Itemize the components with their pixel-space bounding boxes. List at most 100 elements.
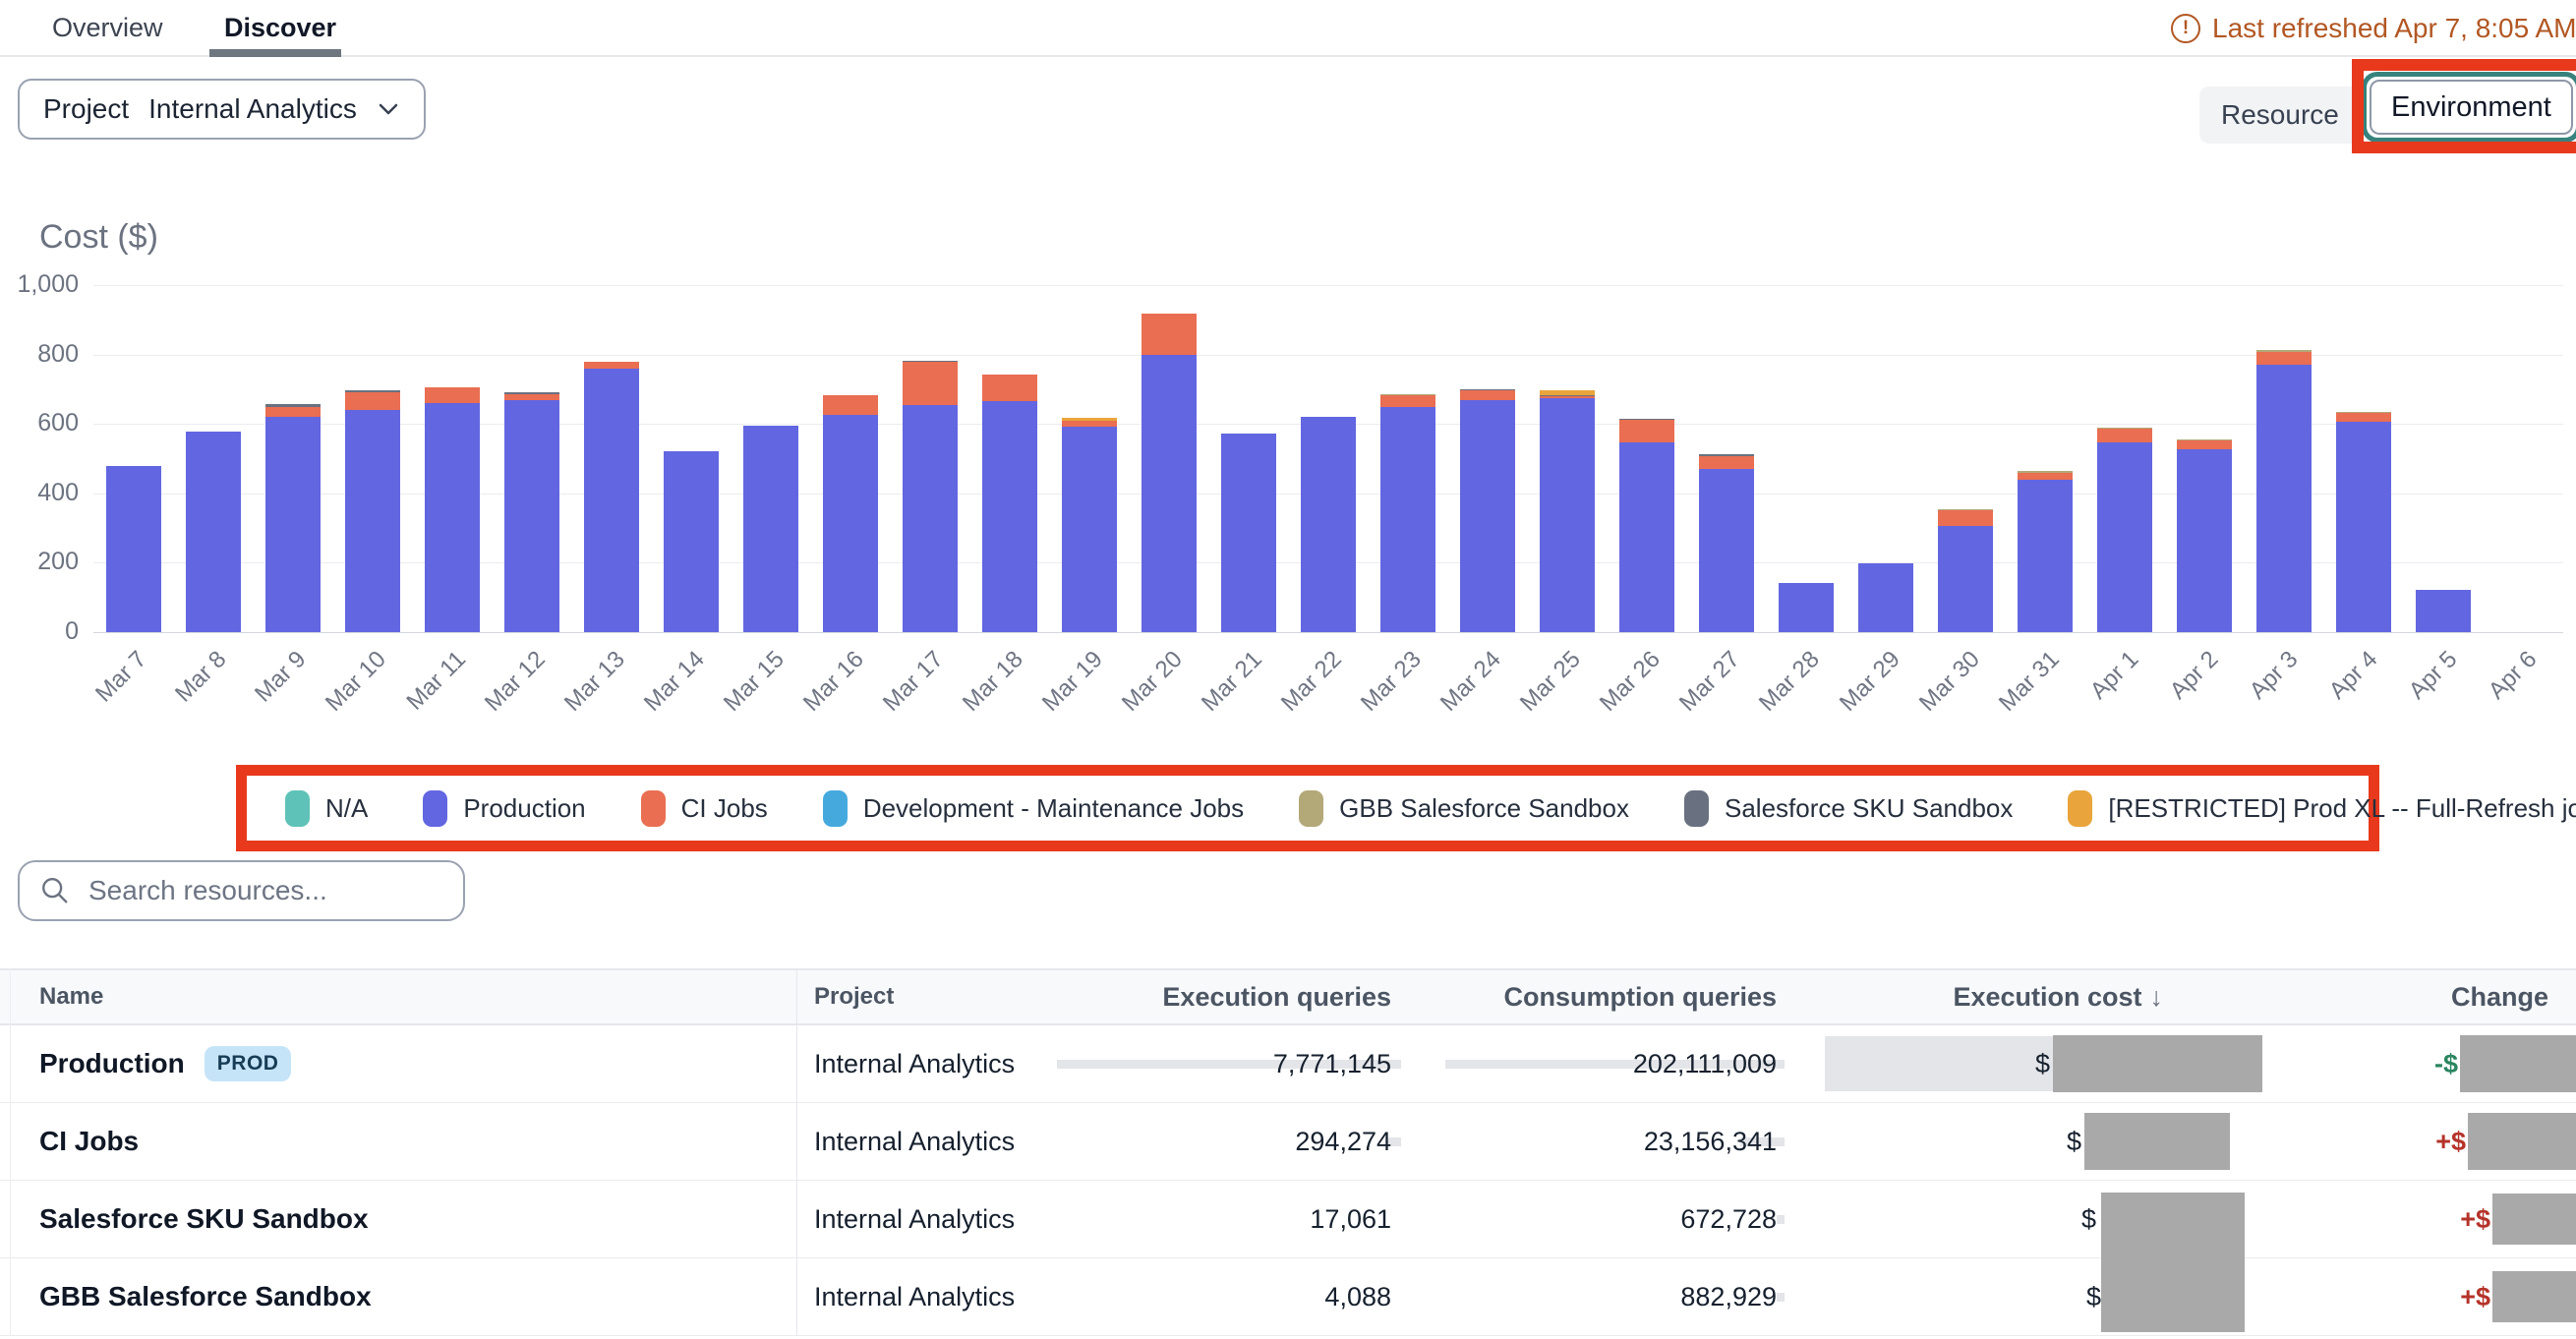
stacked-bar[interactable]	[1301, 417, 1356, 632]
bar-segment-ci[interactable]	[584, 362, 639, 369]
bar-segment-production[interactable]	[664, 451, 719, 632]
stacked-bar[interactable]	[265, 404, 321, 632]
stacked-bar[interactable]	[1938, 509, 1993, 632]
bar-segment-production[interactable]	[1540, 398, 1595, 632]
bar-segment-production[interactable]	[265, 417, 321, 632]
bar-segment-ci[interactable]	[982, 375, 1037, 401]
resource-name-cell[interactable]: Salesforce SKU Sandbox	[0, 1203, 796, 1235]
stacked-bar[interactable]	[584, 362, 639, 632]
bar-segment-ci[interactable]	[2256, 352, 2312, 365]
tab-discover[interactable]: Discover	[224, 0, 336, 55]
bar-segment-production[interactable]	[1142, 355, 1197, 632]
bar-segment-production[interactable]	[1699, 469, 1754, 632]
stacked-bar[interactable]	[2336, 412, 2391, 632]
bar-segment-production[interactable]	[106, 466, 161, 632]
column-header-change[interactable]: Change	[2266, 982, 2576, 1013]
stacked-bar[interactable]	[1380, 394, 1435, 632]
tab-overview[interactable]: Overview	[52, 0, 163, 55]
bar-segment-production[interactable]	[1380, 407, 1435, 632]
column-header-execution-queries[interactable]: Execution queries	[1023, 982, 1401, 1013]
legend-item-sku[interactable]: Salesforce SKU Sandbox	[1684, 790, 2013, 827]
bar-segment-ci[interactable]	[425, 387, 480, 403]
stacked-bar[interactable]	[106, 466, 161, 632]
resource-name-cell[interactable]: ProductionPROD	[0, 1046, 796, 1081]
bar-segment-production[interactable]	[504, 400, 559, 632]
stacked-bar[interactable]	[823, 395, 878, 632]
bar-segment-production[interactable]	[1619, 442, 1674, 632]
bar-segment-production[interactable]	[903, 405, 958, 632]
bar-segment-ci[interactable]	[265, 407, 321, 417]
column-header-consumption-queries[interactable]: Consumption queries	[1401, 982, 1785, 1013]
stacked-bar[interactable]	[1221, 434, 1276, 632]
table-row-ci-jobs[interactable]: CI JobsInternal Analytics294,27423,156,3…	[0, 1103, 2576, 1181]
stacked-bar[interactable]	[186, 432, 241, 632]
bar-segment-ci[interactable]	[2097, 429, 2152, 442]
bar-segment-production[interactable]	[2097, 442, 2152, 632]
bar-segment-ci[interactable]	[823, 395, 878, 415]
bar-segment-ci[interactable]	[1142, 314, 1197, 355]
project-filter-dropdown[interactable]: Project Internal Analytics	[18, 79, 426, 140]
legend-item-dev[interactable]: Development - Maintenance Jobs	[823, 790, 1244, 827]
legend-item-restricted[interactable]: [RESTRICTED] Prod XL -- Full-Refresh job…	[2068, 790, 2576, 827]
stacked-bar[interactable]	[2018, 471, 2073, 632]
bar-segment-production[interactable]	[1858, 563, 1913, 632]
stacked-bar[interactable]	[2256, 350, 2312, 632]
bar-segment-ci[interactable]	[903, 362, 958, 404]
stacked-bar[interactable]	[425, 387, 480, 632]
stacked-bar[interactable]	[2097, 428, 2152, 632]
column-header-name[interactable]: Name	[0, 983, 796, 1011]
bar-segment-ci[interactable]	[1699, 456, 1754, 469]
bar-segment-production[interactable]	[823, 415, 878, 632]
bar-segment-production[interactable]	[2256, 365, 2312, 632]
stacked-bar[interactable]	[743, 426, 798, 632]
column-header-project[interactable]: Project	[796, 983, 1023, 1011]
stacked-bar[interactable]	[1062, 418, 1117, 632]
bar-segment-production[interactable]	[1460, 400, 1515, 632]
resource-name-cell[interactable]: CI Jobs	[0, 1126, 796, 1157]
bar-segment-ci[interactable]	[2177, 440, 2232, 449]
legend-item-gbb[interactable]: GBB Salesforce Sandbox	[1299, 790, 1629, 827]
legend-item-production[interactable]: Production	[423, 790, 585, 827]
bar-segment-production[interactable]	[2416, 590, 2471, 632]
bar-segment-ci[interactable]	[1380, 395, 1435, 407]
resource-name-cell[interactable]: GBB Salesforce Sandbox	[0, 1281, 796, 1312]
group-by-environment-button[interactable]: Environment	[2370, 80, 2573, 135]
legend-item-ci[interactable]: CI Jobs	[641, 790, 768, 827]
stacked-bar[interactable]	[664, 451, 719, 632]
bar-segment-production[interactable]	[186, 432, 241, 632]
stacked-bar[interactable]	[2416, 590, 2471, 632]
bar-segment-production[interactable]	[2177, 449, 2232, 632]
bar-segment-ci[interactable]	[2018, 473, 2073, 481]
bar-segment-production[interactable]	[584, 369, 639, 632]
stacked-bar[interactable]	[1460, 389, 1515, 632]
bar-segment-ci[interactable]	[2336, 413, 2391, 422]
bar-segment-ci[interactable]	[1460, 390, 1515, 400]
stacked-bar[interactable]	[1858, 563, 1913, 632]
stacked-bar[interactable]	[345, 390, 400, 632]
search-input[interactable]	[88, 875, 443, 906]
stacked-bar[interactable]	[982, 375, 1037, 632]
stacked-bar[interactable]	[1619, 419, 1674, 632]
column-header-execution-cost[interactable]: Execution cost↓	[1785, 982, 2266, 1013]
bar-segment-production[interactable]	[1301, 417, 1356, 632]
stacked-bar[interactable]	[1540, 390, 1595, 632]
bar-segment-production[interactable]	[1221, 434, 1276, 632]
stacked-bar[interactable]	[1779, 583, 1834, 632]
legend-item-na[interactable]: N/A	[285, 790, 368, 827]
stacked-bar[interactable]	[2177, 439, 2232, 632]
stacked-bar[interactable]	[1142, 314, 1197, 632]
bar-segment-ci[interactable]	[1938, 510, 1993, 526]
bar-segment-production[interactable]	[982, 401, 1037, 632]
bar-segment-ci[interactable]	[345, 392, 400, 410]
bar-segment-production[interactable]	[743, 426, 798, 632]
bar-segment-ci[interactable]	[1619, 420, 1674, 442]
bar-segment-production[interactable]	[1938, 526, 1993, 632]
bar-segment-production[interactable]	[2018, 480, 2073, 632]
bar-segment-production[interactable]	[1062, 427, 1117, 632]
bar-segment-production[interactable]	[345, 410, 400, 632]
bar-segment-production[interactable]	[1779, 583, 1834, 632]
bar-segment-production[interactable]	[425, 403, 480, 632]
group-by-resource-button[interactable]: Resource	[2199, 87, 2361, 144]
stacked-bar[interactable]	[903, 361, 958, 632]
bar-segment-production[interactable]	[2336, 422, 2391, 632]
